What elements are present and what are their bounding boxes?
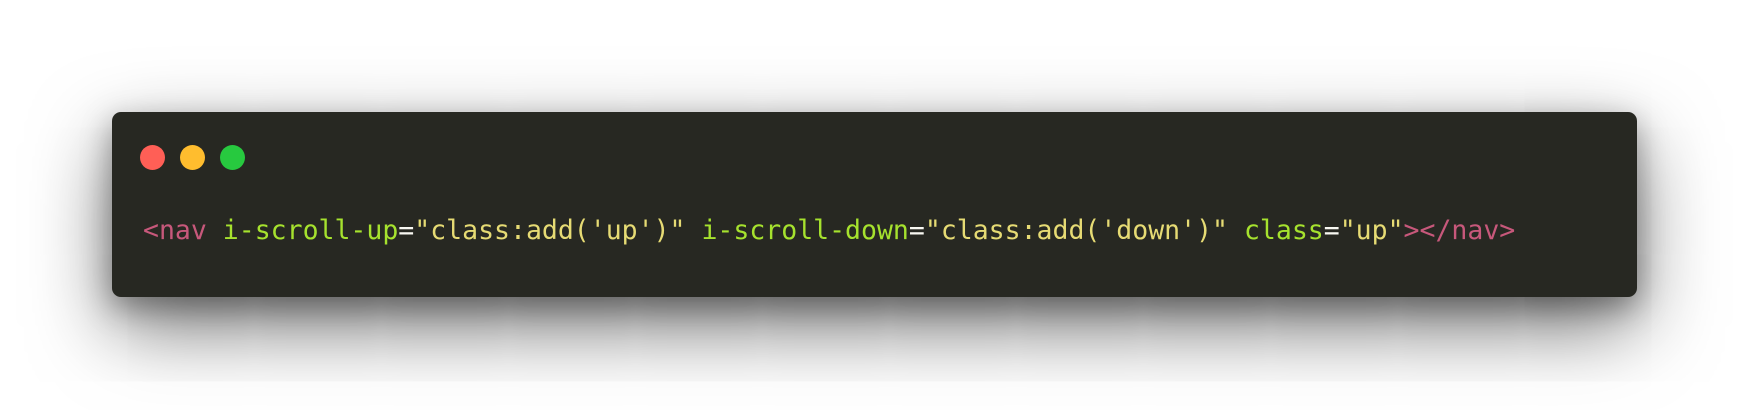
code-block: <nav i-scroll-up="class:add('up')" i-scr… — [143, 215, 1516, 246]
code-attribute-scroll-up: i-scroll-up — [222, 215, 399, 246]
code-open-tag: <nav — [143, 215, 207, 246]
close-button[interactable] — [140, 145, 165, 170]
page-background: <nav i-scroll-up="class:add('up')" i-scr… — [0, 0, 1750, 410]
code-equals: = — [1323, 215, 1340, 246]
code-value-class: "up" — [1339, 215, 1404, 246]
code-value-scroll-down: "class:add('down')" — [924, 215, 1228, 246]
code-equals: = — [398, 215, 415, 246]
code-equals: = — [908, 215, 925, 246]
code-value-scroll-up: "class:add('up')" — [414, 215, 686, 246]
code-close-tag: ></nav> — [1403, 215, 1516, 246]
minimize-button[interactable] — [180, 145, 205, 170]
maximize-button[interactable] — [220, 145, 245, 170]
code-attribute-scroll-down: i-scroll-down — [701, 215, 909, 246]
code-attribute-class: class — [1243, 215, 1324, 246]
code-window: <nav i-scroll-up="class:add('up')" i-scr… — [112, 112, 1637, 297]
